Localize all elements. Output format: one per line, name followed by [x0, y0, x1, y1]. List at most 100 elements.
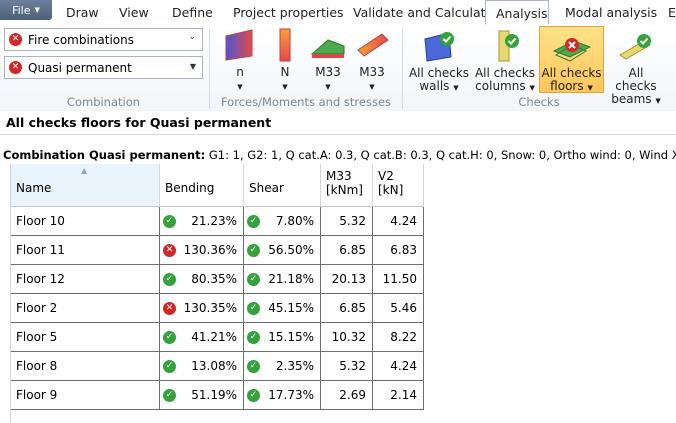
cell-bending: ✓ 51.19% — [160, 381, 244, 410]
cell-name: Floor 11 — [11, 236, 160, 265]
check-ok-icon: ✓ — [247, 215, 260, 228]
check-ok-icon: ✓ — [247, 360, 260, 373]
cell-value: 6.85 — [339, 243, 366, 257]
axial-force-N-button[interactable]: N ▼ — [268, 28, 302, 91]
check-ok-icon: ✓ — [247, 389, 260, 402]
cell-m33: 6.85 — [321, 236, 373, 265]
cell-value: 17.73% — [268, 388, 314, 402]
cell-name: Floor 2 — [11, 294, 160, 323]
cell-shear: ✓ 21.18% — [244, 265, 321, 294]
tab-project-properties[interactable]: Project properties — [233, 0, 344, 24]
table-row[interactable]: Floor 12 ✓ 80.35% ✓ 21.18% 20.13 11.50 — [0, 265, 424, 294]
tab-draw[interactable]: Draw — [66, 0, 99, 24]
tab-modal-analysis[interactable]: Modal analysis — [565, 0, 657, 24]
cell-shear: ✓ 15.15% — [244, 323, 321, 352]
cell-value: 6.85 — [339, 301, 366, 315]
combination-value: Quasi permanent — [28, 60, 132, 75]
all-checks-floors-button[interactable]: All checks floors ▼ — [539, 26, 604, 93]
combination-type-value: Fire combinations — [28, 32, 135, 47]
column-header-v2[interactable]: V2 [kN] — [373, 164, 424, 207]
tab-define[interactable]: Define — [172, 0, 213, 24]
cell-value: 130.36% — [183, 243, 237, 257]
cell-value: 56.50% — [268, 243, 314, 257]
cell-value: 15.15% — [268, 330, 314, 344]
cell-value: 80.35% — [191, 272, 237, 286]
cell-v2: 4.24 — [373, 207, 424, 236]
chevron-down-icon: ▼ — [34, 6, 40, 14]
combination-dropdown[interactable]: ✕ Quasi permanent ▼ — [4, 56, 203, 79]
button-label: n — [236, 65, 244, 79]
header-label: Bending — [165, 181, 215, 195]
all-checks-walls-button[interactable]: All checks walls ▼ — [408, 27, 470, 93]
check-fail-icon: ✕ — [163, 244, 176, 257]
column-header-name[interactable]: ▲ Name — [11, 164, 160, 207]
group-separator — [209, 29, 210, 109]
table-row[interactable]: Floor 9 ✓ 51.19% ✓ 17.73% 2.69 2.14 — [0, 381, 424, 410]
dropdown-arrow-icon: ▼ — [282, 83, 288, 91]
column-force-icon — [270, 28, 300, 62]
moment-m33-floor-button[interactable]: M33 ▼ — [352, 28, 392, 91]
tab-view[interactable]: View — [119, 0, 149, 24]
moment-diagram-icon — [308, 28, 348, 62]
tab-overflow[interactable]: E — [668, 0, 676, 24]
combination-group-label: Combination — [66, 95, 141, 109]
cell-value: 13.08% — [191, 359, 237, 373]
sort-ascending-icon: ▲ — [81, 166, 88, 175]
moment-m33-beam-button[interactable]: M33 ▼ — [308, 28, 348, 91]
dropdown-arrow-icon: ▼ — [453, 84, 459, 92]
button-label: N — [280, 65, 290, 79]
check-ok-icon: ✓ — [163, 331, 176, 344]
file-menu-label: File — [12, 3, 31, 17]
cell-value: 2.14 — [390, 388, 417, 402]
error-icon: ✕ — [9, 61, 22, 74]
button-label-line1: All checks — [474, 66, 536, 80]
cell-value: 21.18% — [268, 272, 314, 286]
dropdown-arrow-icon: ▼ — [587, 84, 593, 92]
header-unit: [kNm] — [326, 183, 363, 197]
table-row[interactable]: Floor 5 ✓ 41.21% ✓ 15.15% 10.32 8.22 — [0, 323, 424, 352]
table-row[interactable]: Floor 11 ✕ 130.36% ✓ 56.50% 6.85 6.83 — [0, 236, 424, 265]
column-header-shear[interactable]: Shear — [244, 164, 321, 207]
check-ok-icon: ✓ — [247, 273, 260, 286]
column-header-bending[interactable]: Bending — [160, 164, 244, 207]
dropdown-arrow-icon: ▼ — [189, 62, 196, 71]
check-ok-icon: ✓ — [163, 215, 176, 228]
cell-value: Floor 2 — [16, 301, 58, 315]
tab-validate-and-calculate[interactable]: Validate and Calculate — [353, 0, 493, 24]
column-check-icon — [485, 29, 525, 63]
all-checks-columns-button[interactable]: All checks columns ▼ — [474, 27, 536, 93]
cell-value: 45.15% — [268, 301, 314, 315]
cell-shear: ✓ 7.80% — [244, 207, 321, 236]
check-fail-icon: ✕ — [163, 302, 176, 315]
axial-force-n-button[interactable]: n ▼ — [220, 28, 260, 91]
group-separator — [402, 29, 403, 109]
ribbon-panel: ✕ Fire combinations ⌄ ✕ Quasi permanent … — [0, 25, 676, 112]
cell-value: 10.32 — [331, 330, 366, 344]
combination-type-dropdown[interactable]: ✕ Fire combinations ⌄ — [4, 28, 203, 51]
cell-value: Floor 10 — [16, 214, 65, 228]
floor-moment-icon — [352, 28, 392, 62]
column-header-m33[interactable]: M33 [kNm] — [321, 164, 373, 207]
table-row[interactable]: Floor 8 ✓ 13.08% ✓ 2.35% 5.32 4.24 — [0, 352, 424, 381]
all-checks-beams-button[interactable]: All checks beams ▼ — [606, 27, 666, 106]
cell-name: Floor 9 — [11, 381, 160, 410]
cell-bending: ✓ 21.23% — [160, 207, 244, 236]
tab-analysis[interactable]: Analysis — [485, 0, 549, 25]
cell-value: 2.35% — [275, 359, 314, 373]
check-ok-icon: ✓ — [163, 273, 176, 286]
cell-m33: 2.69 — [321, 381, 373, 410]
cell-value: Floor 11 — [16, 243, 65, 257]
table-row[interactable]: Floor 10 ✓ 21.23% ✓ 7.80% 5.32 4.24 — [0, 207, 424, 236]
cell-v2: 4.24 — [373, 352, 424, 381]
force-diagram-icon — [220, 28, 260, 62]
button-label: M33 — [315, 65, 341, 79]
button-label-line2: walls — [419, 79, 450, 93]
table-row[interactable]: Floor 2 ✕ 130.35% ✓ 45.15% 6.85 5.46 — [0, 294, 424, 323]
file-menu-button[interactable]: File ▼ — [0, 0, 52, 20]
cell-v2: 2.14 — [373, 381, 424, 410]
cell-value: 4.24 — [390, 214, 417, 228]
header-unit: [kN] — [378, 183, 404, 197]
button-label-line1: All checks — [541, 66, 602, 80]
chevron-down-icon: ⌄ — [188, 32, 196, 42]
dropdown-arrow-icon: ▼ — [237, 83, 243, 91]
